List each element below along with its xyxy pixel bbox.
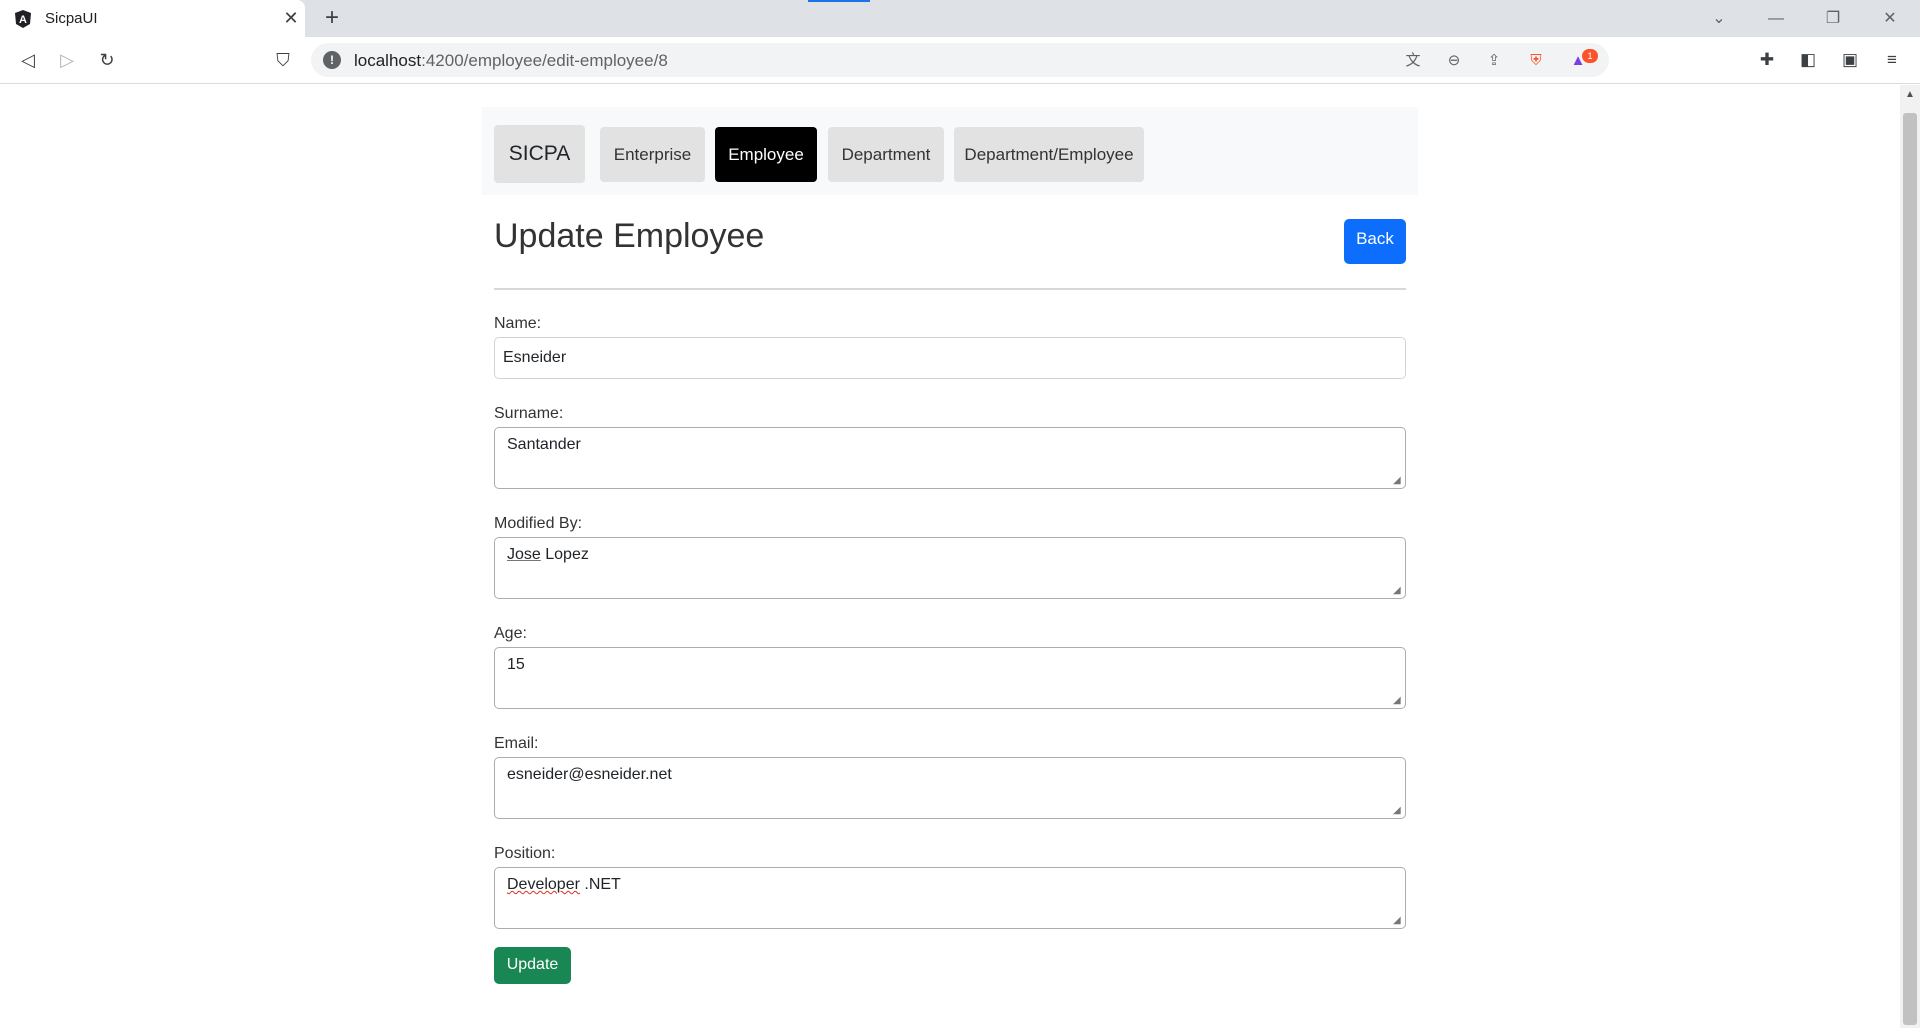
resize-handle-icon[interactable]: ◢ [1393,806,1403,816]
forward-arrow-icon[interactable]: ▷ [52,45,82,75]
nav-item-enterprise[interactable]: Enterprise [600,127,705,182]
menu-icon[interactable]: ≡ [1877,45,1907,75]
modified-by-value-rest: Lopez [540,546,589,563]
tab-title: SicpaUI [45,10,98,27]
surname-textarea[interactable]: Santander ◢ [494,427,1406,489]
translate-icon[interactable]: 文 [1402,50,1424,72]
resize-handle-icon[interactable]: ◢ [1393,916,1403,926]
app-navbar: SICPA Enterprise Employee Department Dep… [482,107,1418,195]
email-label: Email: [494,735,539,752]
tab-search-icon[interactable]: ⌄ [1706,6,1732,32]
page-title: Update Employee [494,217,765,255]
wallet-icon[interactable]: ▣ [1835,45,1865,75]
close-window-icon[interactable]: ✕ [1877,6,1903,32]
svg-text:A: A [19,14,27,26]
url-text: localhost:4200/employee/edit-employee/8 [354,51,668,70]
site-info-icon[interactable]: ! [323,51,341,69]
address-bar[interactable]: ! localhost:4200/employee/edit-employee/… [311,43,1609,77]
resize-handle-icon[interactable]: ◢ [1393,476,1403,486]
update-button[interactable]: Update [494,947,571,984]
modified-by-value-first: Jose [507,546,541,563]
back-arrow-icon[interactable]: ◁ [13,45,43,75]
age-value: 15 [507,656,525,673]
modified-by-label: Modified By: [494,515,583,532]
page-scrollbar[interactable]: ▲ [1900,85,1920,1028]
rewards-badge: 1 [1582,49,1598,63]
close-tab-icon[interactable]: ✕ [280,7,302,29]
sidebar-icon[interactable]: ◧ [1793,45,1823,75]
scroll-up-icon[interactable]: ▲ [1900,85,1920,105]
page-content: SICPA Enterprise Employee Department Dep… [0,85,1900,1028]
name-label: Name: [494,315,542,332]
email-textarea[interactable]: esneider@esneider.net ◢ [494,757,1406,819]
position-label: Position: [494,845,556,862]
surname-value: Santander [507,436,581,453]
brave-shield-icon[interactable]: ⛨ [1525,50,1547,72]
position-value-first: Developer [507,876,580,893]
minimize-icon[interactable]: — [1763,6,1789,32]
resize-handle-icon[interactable]: ◢ [1393,696,1403,706]
age-textarea[interactable]: 15 ◢ [494,647,1406,709]
surname-label: Surname: [494,405,564,422]
browser-tab[interactable]: A SicpaUI ✕ [0,0,305,37]
name-input[interactable]: Esneider [494,337,1406,379]
browser-tab-bar: A SicpaUI ✕ + ⌄ — ❐ ✕ [0,0,1920,37]
position-textarea[interactable]: Developer .NET ◢ [494,867,1406,929]
zoom-icon[interactable]: ⊖ [1443,50,1465,72]
reload-icon[interactable]: ↻ [92,45,122,75]
brand-logo[interactable]: SICPA [494,125,585,183]
back-button[interactable]: Back [1344,219,1406,264]
bookmark-icon[interactable]: ⛉ [268,45,298,75]
restore-icon[interactable]: ❐ [1820,6,1846,32]
age-label: Age: [494,625,527,642]
nav-item-department[interactable]: Department [828,127,944,182]
email-value: esneider@esneider.net [507,766,672,783]
modified-by-textarea[interactable]: Jose Lopez ◢ [494,537,1406,599]
title-divider [494,288,1406,290]
angular-icon: A [15,10,31,28]
position-value-rest: .NET [579,876,621,893]
share-icon[interactable]: ⇪ [1483,50,1505,72]
browser-toolbar: ◁ ▷ ↻ ⛉ ! localhost:4200/employee/edit-e… [0,37,1920,84]
tab-indicator [808,0,870,2]
new-tab-icon[interactable]: + [318,5,346,33]
extensions-icon[interactable]: ✚ [1752,45,1782,75]
resize-handle-icon[interactable]: ◢ [1393,586,1403,596]
nav-item-employee[interactable]: Employee [715,127,817,182]
scroll-thumb[interactable] [1903,113,1917,1025]
nav-item-department-employee[interactable]: Department/Employee [954,127,1144,182]
